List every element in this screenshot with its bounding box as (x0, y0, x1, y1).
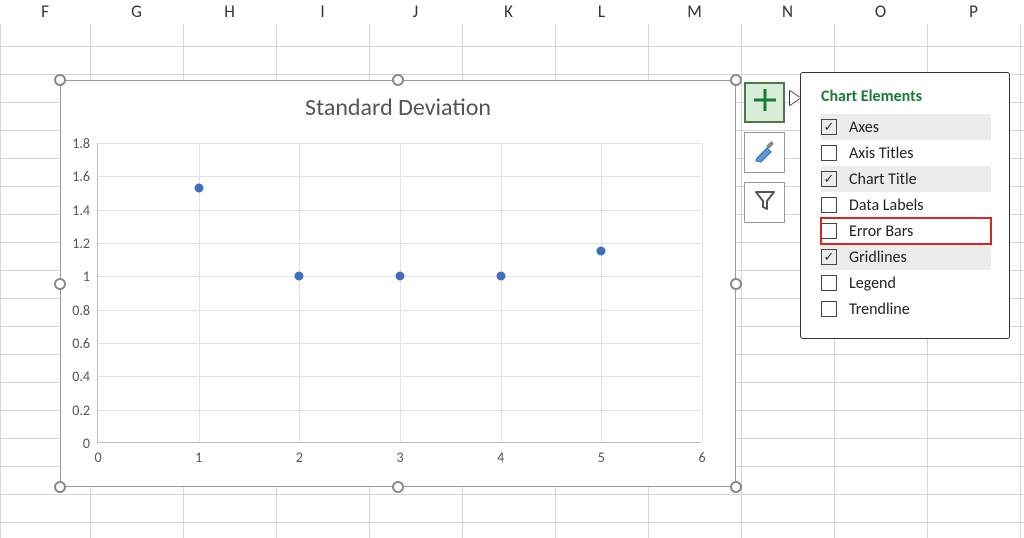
selection-handle[interactable] (730, 278, 742, 290)
checkbox[interactable] (821, 145, 837, 161)
y-axis-tick: 1.6 (50, 168, 90, 185)
column-header-k[interactable]: K (462, 0, 555, 22)
y-axis-tick: 0.8 (50, 302, 90, 319)
checkbox[interactable] (821, 197, 837, 213)
selection-handle[interactable] (730, 74, 742, 86)
column-header-o[interactable]: O (834, 0, 927, 22)
chart-element-option-axis-titles[interactable]: Axis Titles (821, 140, 991, 166)
chart-gridline (400, 143, 401, 442)
column-header-g[interactable]: G (90, 0, 183, 22)
plus-icon (752, 87, 778, 118)
selection-handle[interactable] (392, 74, 404, 86)
checkbox[interactable] (821, 275, 837, 291)
x-axis-tick: 3 (380, 449, 420, 466)
x-axis-tick: 2 (279, 449, 319, 466)
check-icon: ✓ (824, 251, 835, 264)
chart-title[interactable]: Standard Deviation (121, 93, 675, 122)
chart-styles-button[interactable] (744, 132, 785, 173)
x-axis-tick: 5 (581, 449, 621, 466)
y-axis-tick: 1.8 (50, 135, 90, 152)
x-axis-tick: 4 (481, 449, 521, 466)
chart-elements-button[interactable] (744, 82, 785, 123)
selection-handle[interactable] (730, 481, 742, 493)
brush-icon (752, 137, 778, 168)
chart-element-option-gridlines[interactable]: ✓ Gridlines (821, 244, 991, 270)
column-header-row: FGHIJKLMNOPQ (0, 0, 1024, 24)
chart-gridline (501, 143, 502, 442)
selection-handle[interactable] (392, 481, 404, 493)
y-axis-tick: 1.4 (50, 202, 90, 219)
checkbox[interactable] (821, 223, 837, 239)
chart-element-option-axes[interactable]: ✓ Axes (821, 114, 991, 140)
option-label: Error Bars (849, 222, 913, 241)
data-point[interactable] (194, 184, 203, 193)
cell-border (0, 494, 1024, 495)
funnel-icon (752, 187, 778, 218)
chart-element-option-data-labels[interactable]: Data Labels (821, 192, 991, 218)
y-axis-tick: 0.6 (50, 335, 90, 352)
flyout-title: Chart Elements (821, 87, 991, 106)
cell-border (0, 46, 1024, 47)
y-axis-tick: 0.2 (50, 402, 90, 419)
chart-gridline (98, 176, 701, 177)
y-axis-tick: 0.4 (50, 368, 90, 385)
x-axis-tick: 6 (682, 449, 722, 466)
option-label: Legend (849, 274, 896, 293)
chart-element-option-legend[interactable]: Legend (821, 270, 991, 296)
data-point[interactable] (396, 272, 405, 281)
chart-gridline (601, 143, 602, 442)
column-header-p[interactable]: P (927, 0, 1020, 22)
checkbox[interactable]: ✓ (821, 119, 837, 135)
column-header-n[interactable]: N (741, 0, 834, 22)
chart-gridline (98, 210, 701, 211)
check-icon: ✓ (824, 173, 835, 186)
data-point[interactable] (496, 272, 505, 281)
x-axis-tick: 1 (179, 449, 219, 466)
cell-border (0, 522, 1024, 523)
column-header-q[interactable]: Q (1020, 0, 1024, 22)
cell-border (0, 0, 1, 538)
checkbox[interactable]: ✓ (821, 171, 837, 187)
option-label: Axis Titles (849, 144, 913, 163)
data-point[interactable] (295, 272, 304, 281)
column-header-f[interactable]: F (0, 0, 90, 22)
option-label: Data Labels (849, 196, 924, 215)
chart-filters-button[interactable] (744, 182, 785, 223)
option-label: Gridlines (849, 248, 907, 267)
selection-handle[interactable] (54, 481, 66, 493)
chart-element-option-error-bars[interactable]: Error Bars (821, 218, 991, 244)
selection-handle[interactable] (54, 74, 66, 86)
column-header-i[interactable]: I (276, 0, 369, 22)
plot-area[interactable]: 012345600.20.40.60.811.21.41.61.8 (97, 143, 701, 443)
chart-gridline (98, 410, 701, 411)
y-axis-tick: 0 (50, 435, 90, 452)
column-header-j[interactable]: J (369, 0, 462, 22)
cell-border (1020, 0, 1021, 538)
chart-gridline (98, 143, 701, 144)
chart-gridline (98, 243, 701, 244)
checkbox[interactable] (821, 301, 837, 317)
column-header-m[interactable]: M (648, 0, 741, 22)
option-label: Axes (849, 118, 879, 137)
chart-elements-flyout[interactable]: Chart Elements ✓ Axes Axis Titles ✓ Chart Ti… (800, 72, 1010, 339)
y-axis-tick: 1.2 (50, 235, 90, 252)
selection-handle[interactable] (54, 278, 66, 290)
spreadsheet-grid[interactable]: FGHIJKLMNOPQ Standard Deviation 01234560… (0, 0, 1024, 538)
checkbox[interactable]: ✓ (821, 249, 837, 265)
chart-gridline (98, 376, 701, 377)
chart-gridline (98, 310, 701, 311)
option-label: Chart Title (849, 170, 917, 189)
chart-gridline (98, 343, 701, 344)
chart-container[interactable]: Standard Deviation 012345600.20.40.60.81… (60, 80, 736, 487)
flyout-pointer-icon (790, 91, 800, 105)
check-icon: ✓ (824, 121, 835, 134)
chart-element-option-trendline[interactable]: Trendline (821, 296, 991, 322)
chart-element-option-chart-title[interactable]: ✓ Chart Title (821, 166, 991, 192)
chart-gridline (702, 143, 703, 442)
chart-gridline (299, 143, 300, 442)
column-header-l[interactable]: L (555, 0, 648, 22)
column-header-h[interactable]: H (183, 0, 276, 22)
option-label: Trendline (849, 300, 910, 319)
data-point[interactable] (597, 247, 606, 256)
